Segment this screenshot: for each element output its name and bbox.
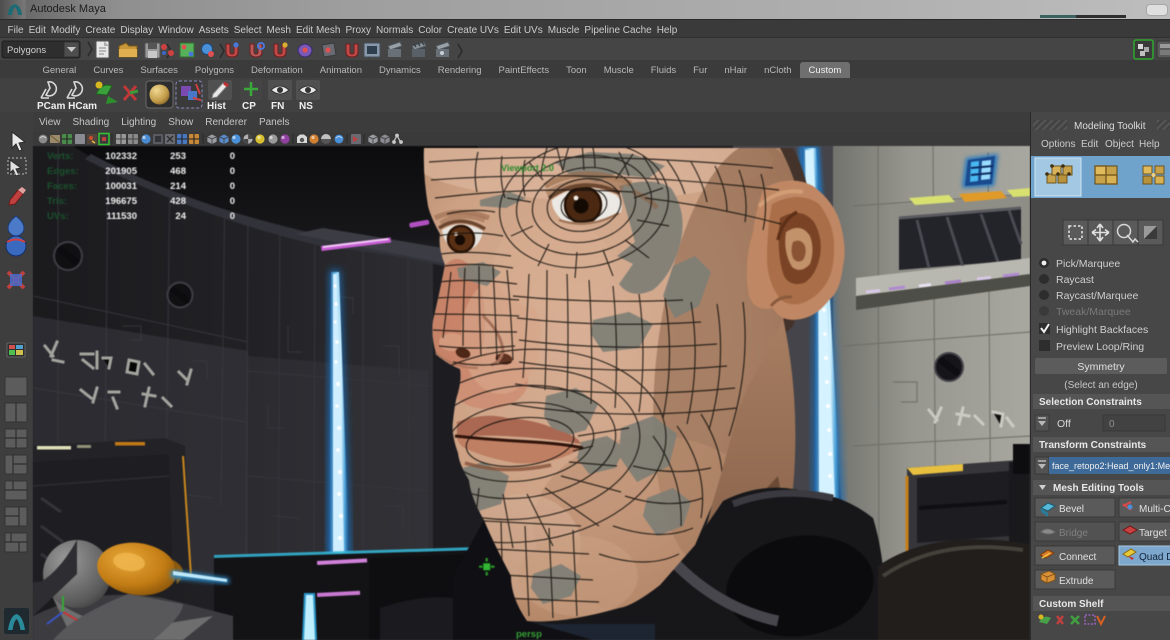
- svg-text:Bevel: Bevel: [1059, 504, 1084, 515]
- svg-text:0: 0: [230, 181, 235, 192]
- svg-text:Preview Loop/Ring: Preview Loop/Ring: [1056, 341, 1144, 353]
- svg-text:PCam HCam: PCam HCam: [37, 101, 97, 112]
- svg-text:Modeling Toolkit: Modeling Toolkit: [1074, 121, 1146, 132]
- svg-text:Pick/Marquee: Pick/Marquee: [1056, 258, 1120, 270]
- svg-text:Multi-Cu: Multi-Cu: [1139, 504, 1170, 515]
- svg-text:FN: FN: [271, 101, 284, 112]
- svg-text:111530: 111530: [106, 211, 137, 222]
- svg-text:Viewport 2.0: Viewport 2.0: [501, 163, 554, 173]
- svg-text:Hist: Hist: [207, 101, 227, 112]
- svg-text:(Select an edge): (Select an edge): [1064, 380, 1137, 391]
- svg-text:24: 24: [175, 211, 186, 222]
- svg-text:Polygons: Polygons: [7, 45, 46, 56]
- svg-text:Custom Shelf: Custom Shelf: [1039, 599, 1104, 610]
- svg-text:Verts:: Verts:: [47, 151, 73, 162]
- svg-text:Symmetry: Symmetry: [1077, 361, 1125, 373]
- svg-text:Quad Dr: Quad Dr: [1139, 552, 1170, 563]
- svg-text:0: 0: [230, 166, 235, 177]
- svg-text:Bridge: Bridge: [1059, 528, 1088, 539]
- svg-text:0: 0: [1109, 419, 1115, 430]
- svg-text:100031: 100031: [105, 181, 137, 192]
- svg-text:428: 428: [170, 196, 186, 207]
- svg-text:Transform Constraints: Transform Constraints: [1039, 440, 1147, 451]
- svg-text:Raycast: Raycast: [1056, 274, 1094, 286]
- svg-text:CP: CP: [242, 101, 256, 112]
- svg-text:Target W: Target W: [1139, 528, 1170, 539]
- svg-text:face_retopo2:Head_only1:Me: face_retopo2:Head_only1:Me: [1052, 461, 1170, 471]
- svg-text:253: 253: [170, 151, 186, 162]
- svg-text:Tweak/Marquee: Tweak/Marquee: [1056, 306, 1131, 318]
- svg-text:Options: Options: [1041, 139, 1075, 150]
- svg-text:468: 468: [170, 166, 186, 177]
- svg-text:Tris:: Tris:: [47, 196, 67, 207]
- svg-text:0: 0: [230, 151, 235, 162]
- svg-text:Edit: Edit: [1081, 139, 1098, 150]
- svg-text:214: 214: [170, 181, 187, 192]
- svg-text:UVs:: UVs:: [47, 211, 69, 222]
- svg-text:Object: Object: [1105, 139, 1134, 150]
- svg-text:196675: 196675: [105, 196, 137, 207]
- svg-text:Mesh Editing Tools: Mesh Editing Tools: [1053, 483, 1144, 494]
- svg-text:Faces:: Faces:: [47, 181, 77, 192]
- svg-text:0: 0: [230, 196, 235, 207]
- svg-text:NS: NS: [299, 101, 313, 112]
- svg-text:Help: Help: [1139, 139, 1160, 150]
- svg-text:Raycast/Marquee: Raycast/Marquee: [1056, 290, 1138, 302]
- svg-text:102332: 102332: [105, 151, 137, 162]
- svg-text:persp: persp: [516, 629, 542, 640]
- svg-text:Extrude: Extrude: [1059, 576, 1094, 587]
- svg-text:0: 0: [230, 211, 235, 222]
- svg-text:201905: 201905: [105, 166, 137, 177]
- svg-text:Highlight Backfaces: Highlight Backfaces: [1056, 324, 1148, 336]
- svg-text:Selection Constraints: Selection Constraints: [1039, 397, 1142, 408]
- svg-text:Off: Off: [1057, 418, 1071, 430]
- svg-text:Edges:: Edges:: [47, 166, 79, 177]
- svg-text:Connect: Connect: [1059, 552, 1096, 563]
